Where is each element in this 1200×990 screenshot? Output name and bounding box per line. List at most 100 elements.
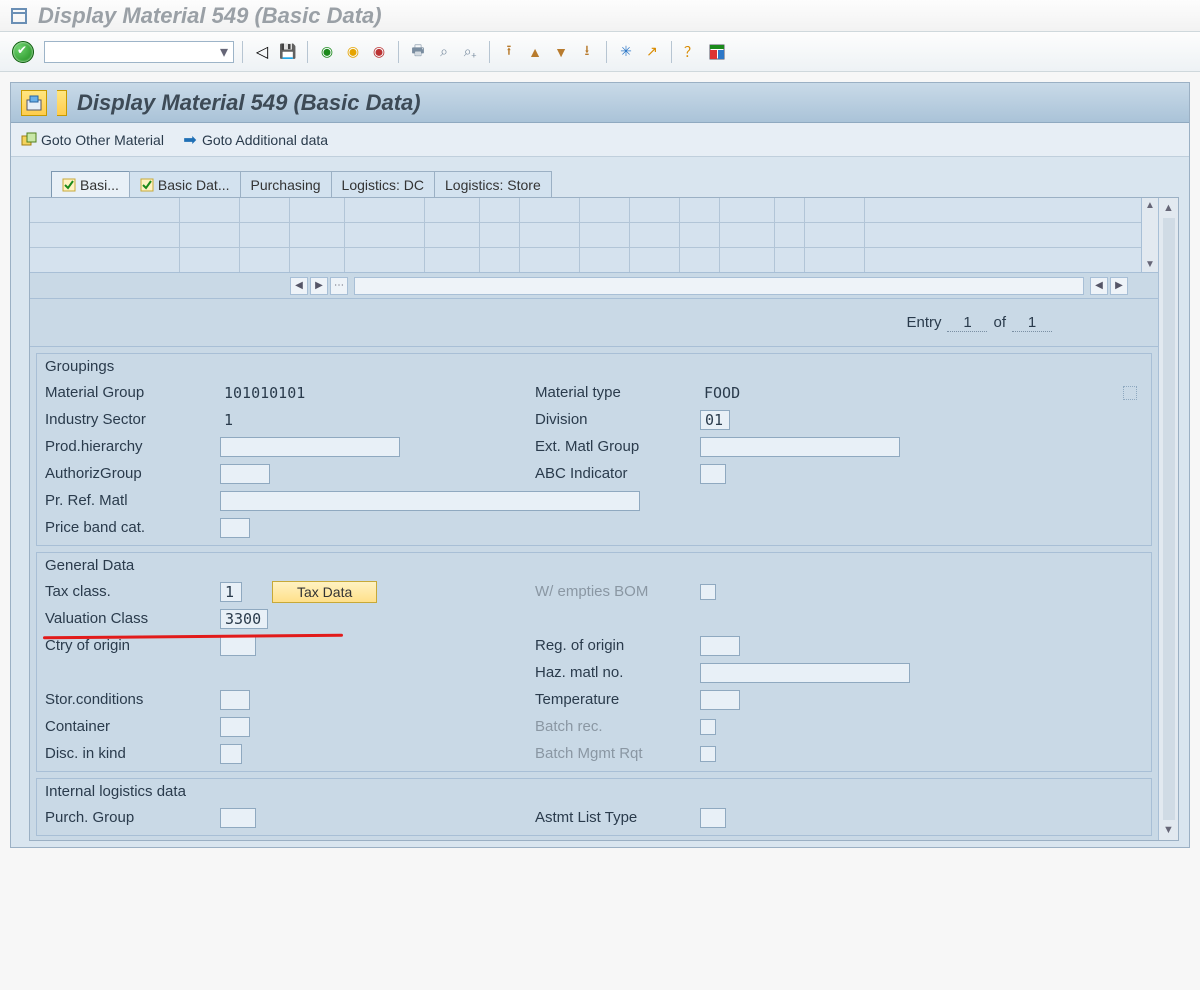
general-data-title: General Data [37,553,1151,578]
tab-logistics-store[interactable]: Logistics: Store [434,171,552,197]
tax-data-button[interactable]: Tax Data [272,581,377,603]
screen-title: Display Material 549 (Basic Data) [77,90,421,116]
exit-icon[interactable]: ◉ [342,41,364,63]
entry-total: 1 [1012,314,1052,332]
authoriz-group-field[interactable] [220,464,270,484]
batch-rec-label: Batch rec. [535,718,700,735]
tax-class-field[interactable]: 1 [220,582,242,602]
grid-scroll-right2-icon[interactable]: ▶ [1110,277,1128,295]
dropdown-icon[interactable]: ▾ [215,42,233,62]
astmt-list-type-label: Astmt List Type [535,809,700,826]
info-icon[interactable] [1123,386,1137,400]
division-label: Division [535,411,700,428]
pr-ref-matl-label: Pr. Ref. Matl [45,492,220,509]
price-band-cat-field[interactable] [220,518,250,538]
table-grid[interactable]: ▲▼ [30,198,1158,273]
tab-basic-2[interactable]: Basic Dat... [129,171,241,197]
window-title-bar: Display Material 549 (Basic Data) [0,0,1200,32]
internal-logistics-section: Internal logistics data Purch. Group Ast… [36,778,1152,836]
ctry-origin-label: Ctry of origin [45,637,220,654]
division-field[interactable]: 01 [700,410,730,430]
grid-scroll-settings-icon[interactable]: ⋯ [330,277,348,295]
reg-origin-field[interactable] [700,636,740,656]
cancel-icon[interactable]: ◉ [368,41,390,63]
abc-indicator-field[interactable] [700,464,726,484]
content-vscroll[interactable]: ▲ ▼ [1158,198,1178,840]
prod-hierarchy-field[interactable] [220,437,400,457]
material-group-label: Material Group [45,384,220,401]
layout-icon[interactable] [706,41,728,63]
ctry-origin-field[interactable] [220,636,256,656]
prev-page-icon[interactable]: ▲ [524,41,546,63]
batch-rec-checkbox[interactable] [700,719,716,735]
arrow-right-icon: ➡ [182,132,198,148]
scroll-track[interactable] [1163,218,1175,820]
next-page-icon[interactable]: ▼ [550,41,572,63]
general-data-section: General Data Tax class. 1 Tax Data W/ em… [36,552,1152,772]
pr-ref-matl-field[interactable] [220,491,640,511]
ext-matl-group-field[interactable] [700,437,900,457]
container-field[interactable] [220,717,250,737]
tax-class-label: Tax class. [45,583,220,600]
w-empties-bom-checkbox[interactable] [700,584,716,600]
material-type-value: FOOD [700,383,760,403]
valuation-class-field[interactable]: 3300 [220,609,268,629]
command-field[interactable]: ▾ [44,41,234,63]
tab-basic-1[interactable]: Basi... [51,171,130,197]
save-icon[interactable]: 💾 [277,41,299,63]
purch-group-label: Purch. Group [45,809,220,826]
tab-purchasing[interactable]: Purchasing [240,171,332,197]
groupings-section: Groupings Material Group 101010101 Mater… [36,353,1152,546]
back-green-icon[interactable]: ◉ [316,41,338,63]
goto-other-material-label: Goto Other Material [41,132,164,148]
abc-indicator-label: ABC Indicator [535,465,700,482]
last-page-icon[interactable]: ⭳ [576,41,598,63]
transaction-icon [21,90,47,116]
industry-sector-label: Industry Sector [45,411,220,428]
grid-hscroll-track[interactable] [354,277,1084,295]
disc-in-kind-label: Disc. in kind [45,745,220,762]
disc-in-kind-field[interactable] [220,744,242,764]
scroll-up-icon[interactable]: ▲ [1163,202,1174,214]
temperature-field[interactable] [700,690,740,710]
screen-header: Display Material 549 (Basic Data) [11,83,1189,123]
goto-other-material-button[interactable]: Goto Other Material [21,132,164,148]
help-icon[interactable]: ？ [680,41,702,63]
goto-additional-data-button[interactable]: ➡ Goto Additional data [182,132,328,148]
first-page-icon[interactable]: ⭱ [498,41,520,63]
ext-matl-group-label: Ext. Matl Group [535,438,700,455]
grid-vscroll[interactable]: ▲▼ [1141,198,1158,272]
material-group-value: 101010101 [220,383,340,403]
tab-label: Basic Dat... [158,177,230,193]
window-menu-icon[interactable] [10,6,30,26]
entry-counter: Entry 1 of 1 [30,299,1158,347]
tab-logistics-dc[interactable]: Logistics: DC [331,171,435,197]
internal-logistics-title: Internal logistics data [37,779,1151,804]
entry-label: Entry [906,314,941,331]
create-session-icon[interactable]: ✳ [615,41,637,63]
find-icon[interactable]: ⌕ [433,41,455,63]
scroll-down-icon[interactable]: ▼ [1163,824,1174,836]
shortcut-icon[interactable]: ↗ [641,41,663,63]
enter-button[interactable] [12,41,34,63]
grid-scroll-left-icon[interactable]: ◀ [290,277,308,295]
purch-group-field[interactable] [220,808,256,828]
price-band-cat-label: Price band cat. [45,519,220,536]
print-icon[interactable]: 🖶 [407,41,429,63]
tab-label: Logistics: Store [445,177,541,193]
find-next-icon[interactable]: ⌕₊ [459,41,481,63]
back-icon[interactable]: ◁ [251,41,273,63]
stor-conditions-field[interactable] [220,690,250,710]
grid-scroll-right-icon[interactable]: ▶ [310,277,328,295]
batch-mgmt-checkbox[interactable] [700,746,716,762]
tab-content: ▲▼ ◀ ▶ ⋯ ◀ ▶ Entry 1 of 1 [29,197,1179,841]
grid-scroll-left2-icon[interactable]: ◀ [1090,277,1108,295]
astmt-list-type-field[interactable] [700,808,726,828]
goto-additional-data-label: Goto Additional data [202,132,328,148]
window-title: Display Material 549 (Basic Data) [38,3,382,29]
valuation-class-label: Valuation Class [45,610,220,627]
system-toolbar: ▾ ◁ 💾 ◉ ◉ ◉ 🖶 ⌕ ⌕₊ ⭱ ▲ ▼ ⭳ ✳ ↗ ？ [0,32,1200,72]
groupings-title: Groupings [37,354,1151,379]
haz-matl-no-field[interactable] [700,663,910,683]
haz-matl-no-label: Haz. matl no. [535,664,700,681]
